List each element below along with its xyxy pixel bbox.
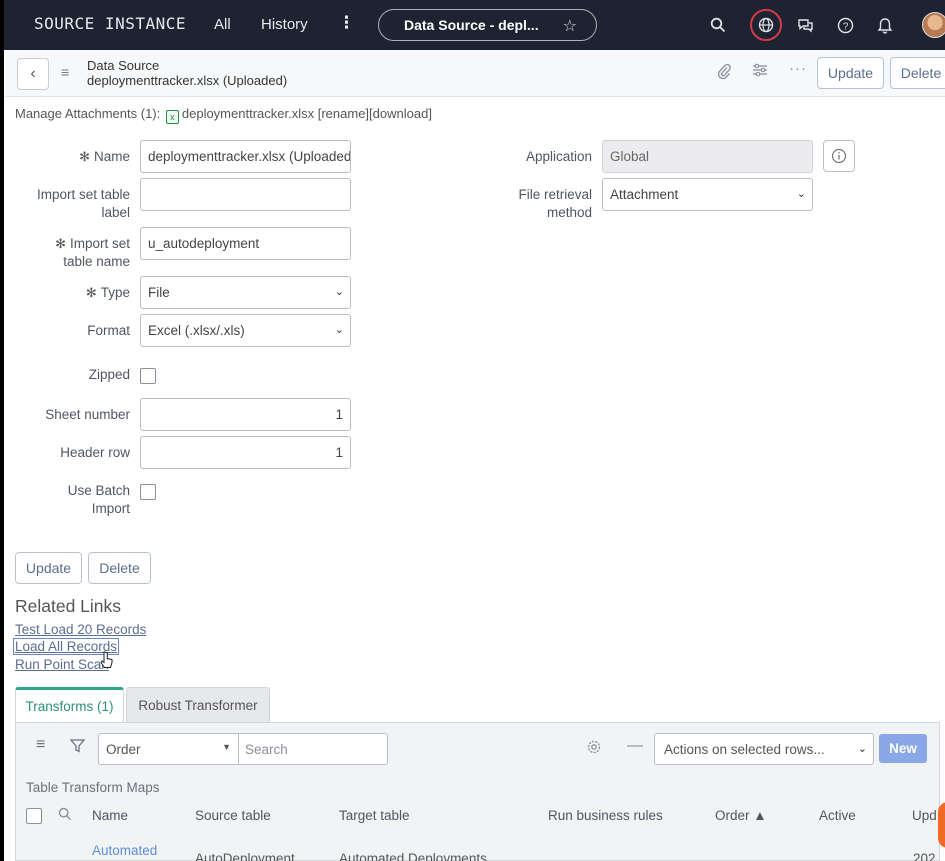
required-asterisk-icon: ✻ [79,149,90,164]
list-search-input[interactable]: Search [238,733,388,765]
application-label: Application [525,149,592,164]
record-name-title: deploymenttracker.xlsx (Uploaded) [87,73,288,88]
row-target-table[interactable]: Automated Deployments [339,851,487,861]
actions-on-selected-rows-select[interactable]: Actions on selected rows... ⌄ [654,733,874,765]
attachments-label[interactable]: Manage Attachments (1): [15,106,160,121]
column-header-target-table[interactable]: Target table [339,808,410,823]
column-header-order[interactable]: Order ▲ [715,808,767,823]
list-caption: Table Transform Maps [26,780,160,795]
header-row-field[interactable]: 1 [140,436,351,469]
filter-icon[interactable] [69,739,86,756]
star-icon[interactable]: ☆ [563,16,577,36]
help-icon[interactable]: ? [832,12,858,38]
order-field-select[interactable]: Order ▼ [98,733,239,765]
form-header: ‹ ≡ Data Source deploymenttracker.xlsx (… [5,50,945,97]
row-name-link[interactable]: Automated [92,843,157,858]
format-label: Format [87,323,130,338]
name-label: ✻ Name [79,149,130,164]
format-select[interactable]: Excel (.xlsx/.xls) ⌄ [140,314,351,347]
chevron-down-icon: ⌄ [857,743,867,755]
import-set-label-label: Import set table label [36,187,130,220]
file-retrieval-method-select[interactable]: Attachment ⌄ [602,178,813,211]
zipped-label: Zipped [88,367,130,382]
run-point-scan-link[interactable]: Run Point Scan [15,657,109,672]
new-button[interactable]: New [879,734,927,763]
floating-assistant-tab[interactable] [938,802,945,848]
settings-sliders-icon[interactable] [752,63,768,81]
nav-all[interactable]: All [214,16,231,33]
info-icon [831,148,847,164]
chevron-left-icon: ‹ [30,65,36,82]
row-updated: 202 [913,851,936,861]
excel-file-icon: x [165,110,179,124]
window-edge [0,0,4,861]
context-title: Data Source - depl... [404,17,539,33]
mouse-pointer-icon [100,651,113,668]
column-search-icon[interactable] [58,807,72,824]
more-options-icon[interactable]: ··· [789,60,807,77]
update-button[interactable]: Update [15,552,82,584]
tab-robust-transformer[interactable]: Robust Transformer [126,687,270,722]
tab-transforms[interactable]: Transforms (1) [15,687,124,722]
transforms-list: ≡ Order ▼ Search — Actions on selected ro… [15,722,940,861]
zipped-checkbox[interactable] [140,368,156,384]
gear-icon[interactable] [586,739,602,758]
instance-brand[interactable]: SOURCE INSTANCE [34,14,186,33]
use-batch-import-checkbox[interactable] [140,484,156,500]
chevron-down-icon: ⌄ [334,286,344,298]
context-menu-icon[interactable]: ≡ [61,64,69,80]
use-batch-import-label: Use Batch Import [67,483,130,516]
header-row-label: Header row [60,445,130,460]
application-field: Global [602,140,813,173]
chevron-down-icon: ⌄ [334,324,344,336]
top-navigation: SOURCE INSTANCE All History ⋮ Data Sourc… [0,0,945,50]
required-asterisk-icon: ✻ [55,236,66,251]
attachment-filename[interactable]: deploymenttracker.xlsx [182,106,314,121]
header-delete-button[interactable]: Delete [890,57,945,89]
header-update-button[interactable]: Update [817,57,884,89]
nav-history[interactable]: History [261,16,308,33]
caret-down-icon: ▼ [222,742,231,752]
column-header-run-business-rules[interactable]: Run business rules [548,808,663,823]
column-header-active[interactable]: Active [819,808,856,823]
sheet-number-label: Sheet number [45,407,130,422]
related-links-title: Related Links [15,596,122,616]
column-header-updated[interactable]: Upd [912,808,937,823]
info-button[interactable] [823,140,855,172]
list-menu-icon[interactable]: ≡ [36,736,45,754]
download-link[interactable]: [download] [369,106,432,121]
rename-link[interactable]: [rename] [318,106,369,121]
delete-button[interactable]: Delete [88,552,151,584]
row-source-table: AutoDeployment [195,851,295,861]
paperclip-icon[interactable] [717,63,731,83]
import-set-label-field[interactable] [140,178,351,211]
required-asterisk-icon: ✻ [85,285,97,300]
chevron-down-icon: ⌄ [796,188,806,200]
search-icon[interactable] [705,12,731,38]
globe-icon[interactable] [750,9,782,41]
nav-more-icon[interactable]: ⋮ [338,13,355,33]
test-load-20-records-link[interactable]: Test Load 20 Records [15,622,146,637]
sheet-number-field[interactable]: 1 [140,398,351,431]
context-title-pill[interactable]: Data Source - depl... ☆ [378,9,597,41]
select-all-checkbox[interactable] [26,808,42,824]
collapse-icon[interactable]: — [627,737,643,755]
bell-icon[interactable] [872,12,898,38]
file-retrieval-method-label: File retrieval method [518,187,592,220]
back-button[interactable]: ‹ [17,58,49,90]
type-select[interactable]: File ⌄ [140,276,351,309]
name-field[interactable]: deploymenttracker.xlsx (Uploaded) [140,140,351,173]
avatar[interactable] [922,12,945,38]
import-set-table-name-label: ✻ Import set table name [55,236,130,269]
column-header-source-table[interactable]: Source table [195,808,271,823]
import-set-table-name-field[interactable]: u_autodeployment [140,227,351,260]
chat-icon[interactable] [792,12,818,38]
svg-text:?: ? [842,21,848,32]
type-label: ✻ Type [85,285,130,300]
related-lists: Transforms (1) Robust Transformer ≡ Orde… [15,687,940,861]
record-type-title: Data Source [87,58,160,73]
column-header-name[interactable]: Name [92,808,128,823]
manage-attachments: Manage Attachments (1): x deploymenttrack… [15,106,432,124]
